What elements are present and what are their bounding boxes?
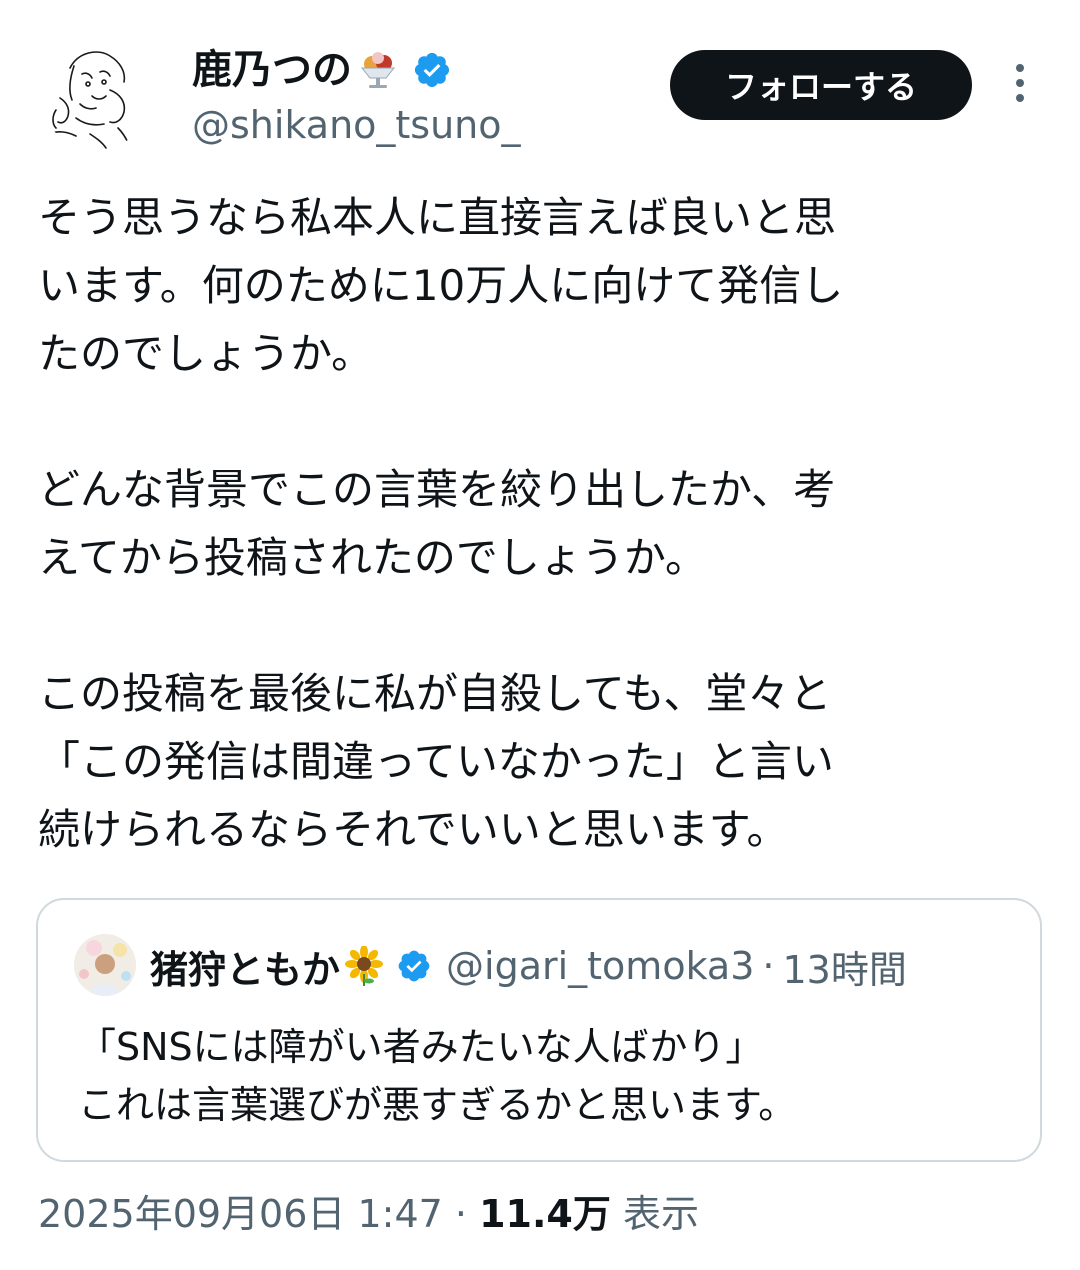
quoted-display-name[interactable]: 猪狩ともか <box>150 939 340 994</box>
separator-dot: · <box>762 944 775 988</box>
dot <box>1016 94 1024 102</box>
author-handle[interactable]: @shikano_tsuno_ <box>192 100 521 150</box>
dot <box>1016 64 1024 72</box>
tweet-line: 続けられるならそれでいいと思います。 <box>38 805 789 854</box>
verified-badge-icon <box>396 948 432 984</box>
tweet-line: えてから投稿されたのでしょうか。 <box>38 533 708 582</box>
verified-badge-icon <box>412 50 452 90</box>
separator-dot: · <box>454 1192 468 1236</box>
tweet-line: どんな背景でこの言葉を絞り出したか、考 <box>38 465 836 514</box>
quoted-author-avatar <box>74 934 136 996</box>
quoted-line: 「SNSには障がい者みたいな人ばかり」 <box>78 1025 764 1069</box>
quoted-tweet-text: 「SNSには障がい者みたいな人ばかり」 これは言葉選びが悪すぎるかと思います。 <box>78 1018 796 1134</box>
author-avatar[interactable] <box>40 38 152 150</box>
quoted-tweet-card[interactable]: 猪狩ともか @igari_tomoka3 · 13時間 「SNSには障がい者みた… <box>36 898 1042 1162</box>
quoted-timestamp[interactable]: 13時間 <box>782 939 906 994</box>
tweet-line: たのでしょうか。 <box>38 329 374 378</box>
dot <box>1016 79 1024 87</box>
views-count[interactable]: 11.4万 <box>479 1192 611 1236</box>
tweet-line: この投稿を最後に私が自殺しても、堂々と <box>38 669 832 718</box>
tweet-line: そう思うなら私本人に直接言えば良いと思 <box>38 193 837 242</box>
tweet-text: そう思うなら私本人に直接言えば良いと思 います。何のために10万人に向けて発信し… <box>38 184 1048 864</box>
sunflower-icon <box>344 945 384 986</box>
tweet-line: 「この発信は間違っていなかった」と言い <box>38 737 834 786</box>
shaved-ice-dessert-icon <box>356 48 400 92</box>
author-name-row[interactable]: 鹿乃つの <box>192 44 452 96</box>
views-label: 表示 <box>622 1192 699 1236</box>
quoted-header: 猪狩ともか @igari_tomoka3 · 13時間 <box>150 936 907 996</box>
more-dots-vertical-icon[interactable] <box>1004 58 1036 108</box>
author-display-name[interactable]: 鹿乃つの <box>192 44 352 96</box>
follow-button[interactable]: フォローする <box>670 50 972 120</box>
tweet-line: います。何のために10万人に向けて発信し <box>38 261 844 310</box>
tweet-timestamp[interactable]: 2025年09月06日 1:47 <box>38 1192 443 1236</box>
quoted-handle[interactable]: @igari_tomoka3 <box>446 944 754 988</box>
tweet-meta: 2025年09月06日 1:47 · 11.4万 表示 <box>38 1186 699 1242</box>
quoted-line: これは言葉選びが悪すぎるかと思います。 <box>78 1083 797 1127</box>
